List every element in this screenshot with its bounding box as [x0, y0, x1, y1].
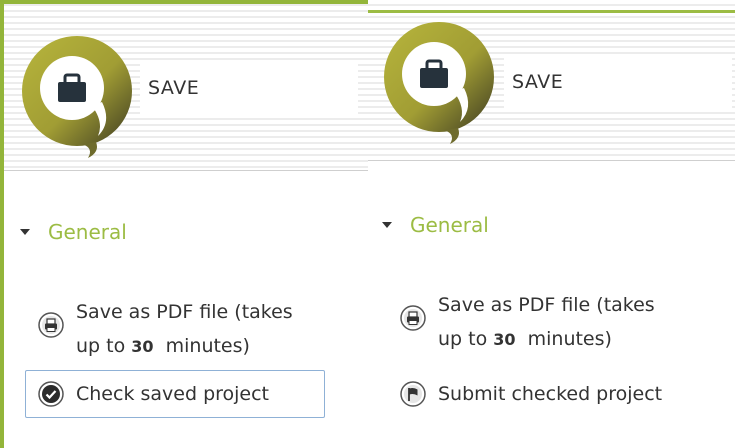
save-as-pdf-line1: Save as PDF file (takes [438, 294, 655, 316]
submit-checked-project-item[interactable]: Submit checked project [400, 381, 735, 407]
save-as-pdf-line2-post: minutes) [153, 335, 250, 357]
save-as-pdf-item[interactable]: Save as PDF file (takes up to 30 minutes… [400, 288, 730, 357]
header-divider [368, 160, 735, 161]
printer-icon [400, 305, 426, 331]
save-as-pdf-line1: Save as PDF file (takes [76, 301, 293, 323]
frame-top-border [0, 0, 368, 4]
caret-down-icon [20, 229, 30, 235]
section-general-toggle[interactable]: General [382, 213, 489, 237]
save-logo-graphic [384, 22, 494, 144]
save-as-pdf-label: Save as PDF file (takes up to 30 minutes… [76, 295, 293, 364]
caret-down-icon [382, 222, 392, 228]
submit-checked-project-label: Submit checked project [438, 383, 663, 405]
left-save-panel: SAVE General Save as PDF file (takes up … [0, 0, 368, 448]
section-label: General [410, 213, 489, 237]
checkmark-circle-icon [38, 381, 64, 407]
header-divider [0, 170, 368, 171]
save-title: SAVE [140, 60, 358, 116]
section-general-toggle[interactable]: General [20, 220, 127, 244]
check-saved-project-item[interactable]: Check saved project [25, 370, 325, 418]
frame-top-border-right [368, 10, 735, 13]
section-label: General [48, 220, 127, 244]
save-as-pdf-line2-post: minutes) [515, 328, 612, 350]
save-as-pdf-item[interactable]: Save as PDF file (takes up to 30 minutes… [38, 295, 358, 364]
printer-icon [38, 312, 64, 338]
save-as-pdf-line2-pre: up to [76, 335, 132, 357]
save-logo [384, 22, 494, 150]
save-as-pdf-minutes: 30 [131, 337, 154, 356]
save-logo-graphic [22, 36, 132, 158]
right-save-panel: SAVE General Save as PDF file (takes up … [368, 0, 735, 448]
flag-icon [400, 381, 426, 407]
frame-left-border [0, 0, 4, 448]
save-as-pdf-line2-pre: up to [438, 328, 494, 350]
save-title: SAVE [504, 54, 732, 110]
save-logo [22, 36, 132, 164]
check-saved-project-label: Check saved project [76, 383, 270, 405]
save-as-pdf-minutes: 30 [493, 330, 516, 349]
save-as-pdf-label: Save as PDF file (takes up to 30 minutes… [438, 288, 655, 357]
